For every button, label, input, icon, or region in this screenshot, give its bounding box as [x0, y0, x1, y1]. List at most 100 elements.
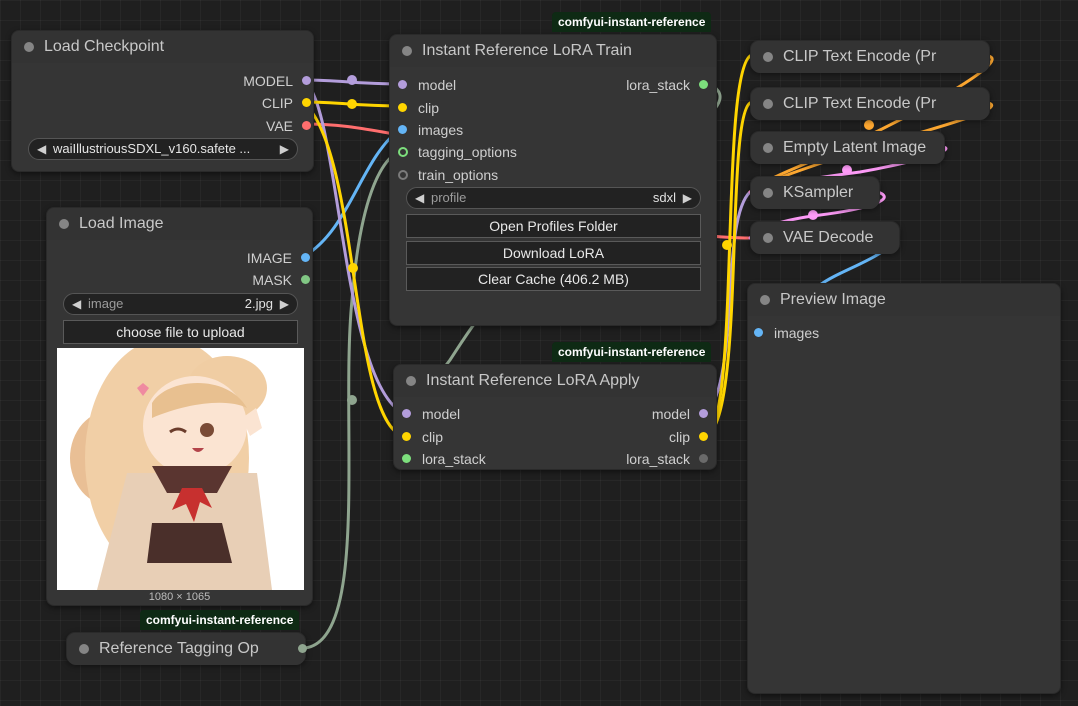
empty-latent-image-node[interactable]: Empty Latent Image [750, 131, 945, 164]
input-slot-lora-stack[interactable]: lora_stack [400, 451, 486, 467]
reroute-dot [347, 395, 357, 405]
node-title-bar[interactable]: CLIP Text Encode (Pr [751, 88, 989, 120]
ckpt-name-combo[interactable]: ◀ waiIllustriousSDXL_v160.safete ... ▶ [28, 138, 298, 160]
collapse-dot-icon[interactable] [763, 99, 773, 109]
arrow-left-icon[interactable]: ◀ [415, 188, 424, 208]
output-dot-icon[interactable] [699, 432, 708, 441]
collapse-dot-icon[interactable] [763, 52, 773, 62]
input-dot-icon[interactable] [402, 409, 411, 418]
output-slot-clip[interactable]: CLIP [262, 95, 313, 111]
input-slot-train-options[interactable]: train_options [396, 167, 498, 183]
input-slot-images[interactable]: images [396, 122, 463, 138]
input-dot-icon[interactable] [398, 147, 408, 157]
lora-train-node[interactable]: Instant Reference LoRA Train model clip … [389, 34, 717, 326]
preview-image-node[interactable]: Preview Image images [747, 283, 1061, 694]
load-image-node[interactable]: Load Image IMAGE MASK ◀ image 2.jpg ▶ ch… [46, 207, 313, 606]
reroute-dot [864, 120, 874, 130]
upload-button[interactable]: choose file to upload [63, 320, 298, 344]
output-dot-icon[interactable] [699, 454, 708, 463]
output-dot-icon[interactable] [302, 98, 311, 107]
arrow-right-icon[interactable]: ▶ [280, 294, 289, 314]
collapse-dot-icon[interactable] [763, 233, 773, 243]
input-slot-clip[interactable]: clip [400, 429, 443, 445]
clip-text-encode-node-2[interactable]: CLIP Text Encode (Pr [750, 87, 990, 120]
output-slot-clip[interactable]: clip [669, 429, 710, 445]
arrow-left-icon[interactable]: ◀ [72, 294, 81, 314]
arrow-right-icon[interactable]: ▶ [683, 188, 692, 208]
output-slot-lora-stack[interactable]: lora_stack [626, 77, 710, 93]
collapse-dot-icon[interactable] [763, 188, 773, 198]
output-slot-vae[interactable]: VAE [266, 118, 313, 134]
input-slot-model[interactable]: model [396, 77, 456, 93]
output-dot-icon[interactable] [298, 644, 307, 653]
arrow-left-icon[interactable]: ◀ [37, 139, 46, 159]
link-vae [301, 122, 402, 137]
node-title-bar[interactable]: Load Image [47, 208, 312, 240]
input-dot-icon[interactable] [402, 432, 411, 441]
open-profiles-folder-button[interactable]: Open Profiles Folder [406, 214, 701, 238]
clip-text-encode-node-1[interactable]: CLIP Text Encode (Pr [750, 40, 990, 73]
node-title-bar[interactable]: Preview Image [748, 284, 1060, 316]
collapse-dot-icon[interactable] [24, 42, 34, 52]
download-lora-button[interactable]: Download LoRA [406, 241, 701, 265]
collapse-dot-icon[interactable] [763, 143, 773, 153]
output-slot-model[interactable]: model [652, 406, 710, 422]
output-slot-mask[interactable]: MASK [252, 272, 312, 288]
input-slot-tagging-options[interactable]: tagging_options [396, 144, 517, 160]
collapse-dot-icon[interactable] [79, 644, 89, 654]
output-dot-icon[interactable] [302, 76, 311, 85]
reference-tagging-node[interactable]: Reference Tagging Op [66, 632, 307, 665]
node-title-bar[interactable]: Instant Reference LoRA Apply [394, 365, 716, 397]
node-title: CLIP Text Encode (Pr [783, 95, 937, 112]
input-dot-icon[interactable] [398, 103, 407, 112]
output-dot-icon[interactable] [301, 253, 310, 262]
node-title: Reference Tagging Op [99, 640, 259, 657]
widget-value: 2.jpg [244, 296, 273, 311]
output-dot-icon[interactable] [699, 80, 708, 89]
node-badge-train: comfyui-instant-reference [552, 12, 712, 32]
lora-apply-node[interactable]: Instant Reference LoRA Apply model clip … [393, 364, 717, 470]
input-dot-icon[interactable] [402, 454, 411, 463]
anime-girl-illustration [57, 348, 304, 590]
node-title: CLIP Text Encode (Pr [783, 48, 937, 65]
arrow-right-icon[interactable]: ▶ [280, 139, 289, 159]
input-dot-icon[interactable] [398, 125, 407, 134]
input-slot-clip[interactable]: clip [396, 100, 439, 116]
collapse-dot-icon[interactable] [402, 46, 412, 56]
image-combo[interactable]: ◀ image 2.jpg ▶ [63, 293, 298, 315]
output-dot-icon[interactable] [699, 409, 708, 418]
input-dot-icon[interactable] [398, 170, 408, 180]
slot-label: model [651, 406, 690, 422]
output-dot-icon[interactable] [302, 121, 311, 130]
node-title-bar[interactable]: Empty Latent Image [751, 132, 944, 164]
node-title-bar[interactable]: Instant Reference LoRA Train [390, 35, 716, 67]
output-slot-lora-stack[interactable]: lora_stack [626, 451, 710, 467]
load-checkpoint-node[interactable]: Load Checkpoint MODEL CLIP VAE ◀ waiIllu… [11, 30, 314, 172]
node-title-bar[interactable]: Reference Tagging Op [67, 633, 305, 665]
node-title-bar[interactable]: Load Checkpoint [12, 31, 313, 63]
clear-cache-button[interactable]: Clear Cache (406.2 MB) [406, 267, 701, 291]
profile-combo[interactable]: ◀ profile sdxl ▶ [406, 187, 701, 209]
input-slot-images[interactable]: images [752, 325, 819, 341]
input-dot-icon[interactable] [398, 80, 407, 89]
ksampler-node[interactable]: KSampler [750, 176, 880, 209]
vae-decode-node[interactable]: VAE Decode [750, 221, 900, 254]
image-dimensions: 1080 × 1065 [148, 591, 211, 603]
node-badge-apply: comfyui-instant-reference [552, 342, 712, 362]
node-title-bar[interactable]: VAE Decode [751, 222, 899, 254]
input-slot-model[interactable]: model [400, 406, 460, 422]
collapse-dot-icon[interactable] [59, 219, 69, 229]
collapse-dot-icon[interactable] [406, 376, 416, 386]
node-title-bar[interactable]: CLIP Text Encode (Pr [751, 41, 989, 73]
node-title-bar[interactable]: KSampler [751, 177, 879, 209]
slot-label: MODEL [243, 73, 293, 89]
output-dot-icon[interactable] [301, 275, 310, 284]
node-title: Load Checkpoint [44, 38, 165, 55]
input-dot-icon[interactable] [754, 328, 763, 337]
widget-value: sdxl [652, 190, 676, 205]
collapse-dot-icon[interactable] [760, 295, 770, 305]
reroute-dot [347, 75, 357, 85]
output-slot-model[interactable]: MODEL [243, 73, 313, 89]
output-slot-image[interactable]: IMAGE [247, 250, 312, 266]
reroute-dot [348, 263, 358, 273]
